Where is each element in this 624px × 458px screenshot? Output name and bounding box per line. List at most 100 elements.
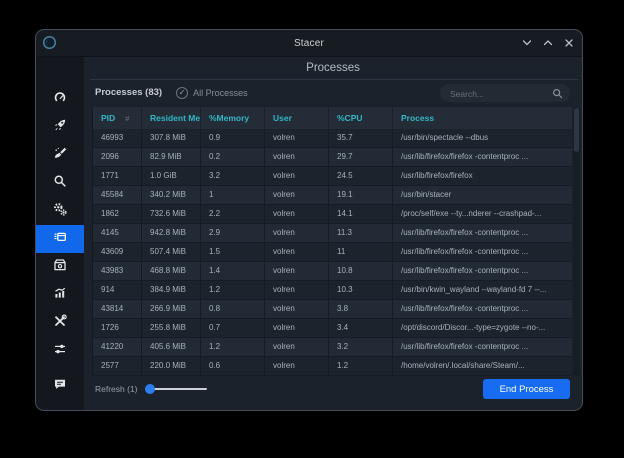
table-row[interactable]: 46993 307.8 MiB 0.9 volren 35.7 /usr/bin…: [93, 129, 572, 148]
search-icon: [552, 88, 563, 99]
cell-resident-memory: 340.2 MiB: [142, 186, 201, 205]
cell-percent-cpu: 19.1: [329, 186, 393, 205]
cell-pid: 914: [93, 281, 142, 300]
column-header-resident-memory[interactable]: Resident Memory: [142, 107, 201, 129]
process-count-label: Processes (83): [95, 87, 162, 98]
sidebar-item-resources[interactable]: [36, 281, 84, 309]
table-row[interactable]: 45584 340.2 MiB 1 volren 19.1 /usr/bin/s…: [93, 186, 572, 205]
cell-user: volren: [265, 148, 329, 167]
column-header-process[interactable]: Process: [393, 107, 572, 129]
gauge-icon: [52, 89, 68, 110]
cell-user: volren: [265, 224, 329, 243]
table-row[interactable]: 4145 942.8 MiB 2.9 volren 11.3 /usr/lib/…: [93, 224, 572, 243]
cell-percent-memory: 1.4: [201, 262, 265, 281]
cell-user: volren: [265, 243, 329, 262]
cell-process: /opt/discord/Discor...-type=zygote --no-…: [393, 319, 572, 338]
cell-percent-cpu: 11: [329, 243, 393, 262]
end-process-button[interactable]: End Process: [483, 379, 570, 399]
cell-percent-memory: 1.2: [201, 281, 265, 300]
cell-percent-memory: 2.2: [201, 205, 265, 224]
column-header-user[interactable]: User: [265, 107, 329, 129]
table-row[interactable]: 43983 468.8 MiB 1.4 volren 10.8 /usr/lib…: [93, 262, 572, 281]
cell-process: /usr/lib/firefox/firefox: [393, 167, 572, 186]
scrollbar-thumb[interactable]: [574, 108, 579, 152]
maximize-button[interactable]: [542, 38, 553, 49]
table-row[interactable]: 43609 507.4 MiB 1.5 volren 11 /usr/lib/f…: [93, 243, 572, 262]
sidebar-item-dashboard[interactable]: [36, 85, 84, 113]
cell-resident-memory: 384.9 MiB: [142, 281, 201, 300]
header-divider: [90, 79, 578, 80]
stacer-window: Stacer: [36, 30, 582, 410]
column-header-percent-cpu[interactable]: %CPU: [329, 107, 393, 129]
main-panel: Processes Processes (83) ✓ All Processes: [84, 57, 582, 410]
search-box[interactable]: [440, 84, 570, 102]
cell-percent-cpu: 11.3: [329, 224, 393, 243]
cell-pid: 45584: [93, 186, 142, 205]
table-header-row: PID# Resident Memory %Memory User %CPU P…: [93, 107, 572, 129]
cell-percent-memory: 0.6: [201, 357, 265, 376]
table-row[interactable]: 2577 220.0 MiB 0.6 volren 1.2 /home/volr…: [93, 357, 572, 376]
cell-resident-memory: 255.8 MiB: [142, 319, 201, 338]
cell-percent-cpu: 24.5: [329, 167, 393, 186]
cell-user: volren: [265, 319, 329, 338]
minimize-button[interactable]: [521, 38, 532, 49]
table-row[interactable]: 1862 732.6 MiB 2.2 volren 14.1 /proc/sel…: [93, 205, 572, 224]
table-row[interactable]: 1726 255.8 MiB 0.7 volren 3.4 /opt/disco…: [93, 319, 572, 338]
slider-handle[interactable]: [145, 384, 155, 394]
column-header-percent-memory[interactable]: %Memory: [201, 107, 265, 129]
footer-bar: Refresh (1) End Process: [84, 378, 582, 400]
sidebar: [36, 57, 84, 410]
sidebar-item-feedback[interactable]: [36, 372, 84, 400]
table-scrollbar[interactable]: [573, 107, 580, 376]
close-button[interactable]: [563, 38, 574, 49]
cell-pid: 1862: [93, 205, 142, 224]
table-row[interactable]: 914 384.9 MiB 1.2 volren 10.3 /usr/bin/k…: [93, 281, 572, 300]
cell-pid: 2096: [93, 148, 142, 167]
window-title: Stacer: [36, 38, 582, 49]
sidebar-item-services[interactable]: [36, 197, 84, 225]
cell-percent-cpu: 3.2: [329, 338, 393, 357]
cell-process: /usr/lib/firefox/firefox -contentproc ..…: [393, 224, 572, 243]
cell-pid: 2577: [93, 357, 142, 376]
column-header-pid[interactable]: PID#: [93, 107, 142, 129]
toolbar: Processes (83) ✓ All Processes: [95, 83, 570, 102]
sidebar-item-startup-apps[interactable]: [36, 113, 84, 141]
cell-percent-cpu: 3.8: [329, 300, 393, 319]
magnifier-icon: [52, 173, 68, 194]
sidebar-item-processes[interactable]: [36, 225, 84, 253]
cell-process: /usr/bin/spectacle --dbus: [393, 129, 572, 148]
brush-icon: [52, 145, 68, 166]
cell-resident-memory: 732.6 MiB: [142, 205, 201, 224]
titlebar[interactable]: Stacer: [36, 30, 582, 57]
sidebar-item-uninstaller[interactable]: [36, 253, 84, 281]
cell-process: /usr/lib/firefox/firefox -contentproc ..…: [393, 338, 572, 357]
sliders-icon: [52, 341, 68, 362]
sidebar-item-system-cleaner[interactable]: [36, 141, 84, 169]
rocket-icon: [52, 117, 68, 138]
cell-percent-cpu: 35.7: [329, 129, 393, 148]
cell-user: volren: [265, 186, 329, 205]
cell-percent-cpu: 14.1: [329, 205, 393, 224]
sidebar-item-settings[interactable]: [36, 337, 84, 365]
window-controls: [521, 30, 574, 56]
all-processes-toggle[interactable]: ✓ All Processes: [176, 87, 248, 99]
all-processes-label: All Processes: [193, 88, 248, 98]
table-row[interactable]: 43814 266.9 MiB 0.8 volren 3.8 /usr/lib/…: [93, 300, 572, 319]
search-input[interactable]: [440, 85, 570, 103]
cell-resident-memory: 405.6 MiB: [142, 338, 201, 357]
cell-pid: 4145: [93, 224, 142, 243]
cell-percent-memory: 1: [201, 186, 265, 205]
cell-resident-memory: 266.9 MiB: [142, 300, 201, 319]
cell-resident-memory: 507.4 MiB: [142, 243, 201, 262]
refresh-slider[interactable]: [145, 383, 207, 395]
table-body: 46993 307.8 MiB 0.9 volren 35.7 /usr/bin…: [93, 129, 572, 376]
bar-chart-icon: [52, 285, 68, 306]
table-row[interactable]: 2096 82.9 MiB 0.2 volren 29.7 /usr/lib/f…: [93, 148, 572, 167]
table-row[interactable]: 41220 405.6 MiB 1.2 volren 3.2 /usr/lib/…: [93, 338, 572, 357]
sidebar-item-search[interactable]: [36, 169, 84, 197]
stacer-logo-icon: [42, 35, 57, 50]
sidebar-item-helpers[interactable]: [36, 309, 84, 337]
checkbox-checked-icon[interactable]: ✓: [176, 87, 188, 99]
cell-pid: 41220: [93, 338, 142, 357]
table-row[interactable]: 1771 1.0 GiB 3.2 volren 24.5 /usr/lib/fi…: [93, 167, 572, 186]
